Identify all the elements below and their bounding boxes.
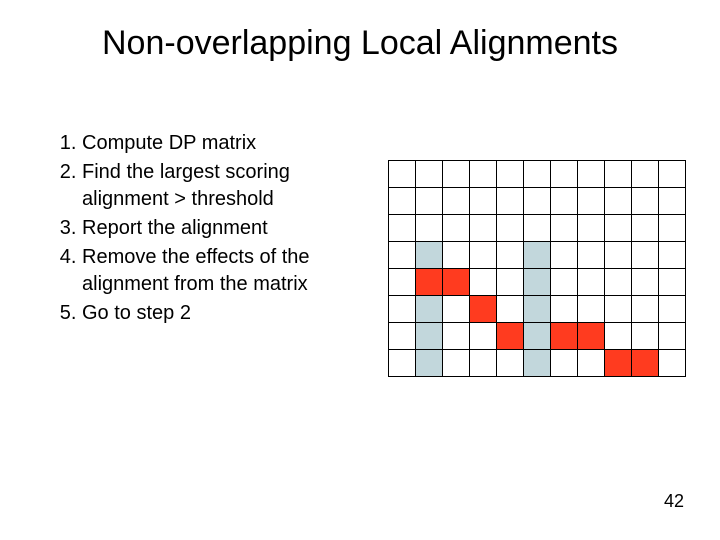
step-item: Report the alignment	[82, 215, 368, 242]
grid-cell	[551, 242, 578, 269]
slide-title: Non-overlapping Local Alignments	[0, 24, 720, 63]
page-number: 42	[664, 491, 684, 512]
grid-cell	[659, 269, 686, 296]
grid-cell	[389, 215, 416, 242]
grid-cell	[497, 161, 524, 188]
step-item: Go to step 2	[82, 300, 368, 327]
grid-cell	[551, 188, 578, 215]
grid-cell	[470, 242, 497, 269]
grid-cell	[470, 188, 497, 215]
grid-cell	[497, 323, 524, 350]
grid-cell	[578, 161, 605, 188]
grid-cell	[470, 323, 497, 350]
grid-cell	[416, 323, 443, 350]
grid-cell	[605, 269, 632, 296]
grid-cell	[416, 242, 443, 269]
step-item: Compute DP matrix	[82, 130, 368, 157]
step-item: Remove the effects of the alignment from…	[82, 244, 368, 298]
grid-cell	[443, 323, 470, 350]
grid-cell	[605, 350, 632, 377]
grid-cell	[659, 215, 686, 242]
grid-cell	[632, 269, 659, 296]
grid-cell	[551, 350, 578, 377]
grid-cell	[470, 296, 497, 323]
grid-cell	[524, 161, 551, 188]
grid-cell	[659, 242, 686, 269]
grid-cell	[632, 188, 659, 215]
grid-cell	[416, 350, 443, 377]
grid-cell	[389, 269, 416, 296]
grid-cell	[389, 242, 416, 269]
grid-cell	[632, 242, 659, 269]
grid-cell	[659, 323, 686, 350]
grid-cell	[524, 296, 551, 323]
grid-cell	[524, 242, 551, 269]
grid-cell	[470, 350, 497, 377]
grid-cell	[389, 296, 416, 323]
grid-cell	[605, 188, 632, 215]
grid-cell	[578, 296, 605, 323]
grid-cell	[416, 188, 443, 215]
grid-cell	[470, 161, 497, 188]
grid-cell	[578, 323, 605, 350]
grid-cell	[416, 269, 443, 296]
grid-cell	[578, 188, 605, 215]
grid-cell	[659, 161, 686, 188]
grid-cell	[659, 188, 686, 215]
grid-cell	[578, 215, 605, 242]
grid-cell	[578, 242, 605, 269]
grid-cell	[416, 161, 443, 188]
grid-cell	[524, 188, 551, 215]
grid-cell	[632, 296, 659, 323]
grid-cell	[632, 161, 659, 188]
grid-cell	[470, 269, 497, 296]
grid-cell	[551, 161, 578, 188]
grid-cell	[659, 350, 686, 377]
grid-cell	[605, 323, 632, 350]
grid-cell	[605, 296, 632, 323]
grid-cell	[389, 161, 416, 188]
grid-cell	[551, 323, 578, 350]
grid-cell	[443, 269, 470, 296]
grid-cell	[443, 296, 470, 323]
grid-cell	[470, 215, 497, 242]
grid-cell	[632, 323, 659, 350]
grid-cell	[416, 296, 443, 323]
grid-cell	[632, 350, 659, 377]
dp-matrix-grid	[388, 160, 686, 377]
grid-cell	[497, 269, 524, 296]
steps-container: Compute DP matrix Find the largest scori…	[48, 130, 368, 329]
grid-cell	[632, 215, 659, 242]
grid-cell	[389, 323, 416, 350]
grid-cell	[524, 269, 551, 296]
grid-cell	[578, 269, 605, 296]
grid-cell	[443, 350, 470, 377]
grid-cell	[605, 215, 632, 242]
grid-cell	[497, 350, 524, 377]
grid-cell	[497, 296, 524, 323]
grid-cell	[659, 296, 686, 323]
grid-cell	[524, 215, 551, 242]
grid-cell	[443, 188, 470, 215]
grid-cell	[497, 242, 524, 269]
grid-cell	[524, 350, 551, 377]
grid-cell	[497, 188, 524, 215]
grid-cell	[605, 242, 632, 269]
grid-cell	[416, 215, 443, 242]
grid-cell	[389, 350, 416, 377]
grid-cell	[551, 269, 578, 296]
grid-cell	[551, 296, 578, 323]
grid-cell	[551, 215, 578, 242]
steps-list: Compute DP matrix Find the largest scori…	[48, 130, 368, 327]
grid-cell	[443, 161, 470, 188]
grid-cell	[389, 188, 416, 215]
grid-cell	[578, 350, 605, 377]
grid-cell	[605, 161, 632, 188]
grid-cell	[443, 242, 470, 269]
step-item: Find the largest scoring alignment > thr…	[82, 159, 368, 213]
grid-cell	[443, 215, 470, 242]
grid-cell	[497, 215, 524, 242]
grid-cell	[524, 323, 551, 350]
